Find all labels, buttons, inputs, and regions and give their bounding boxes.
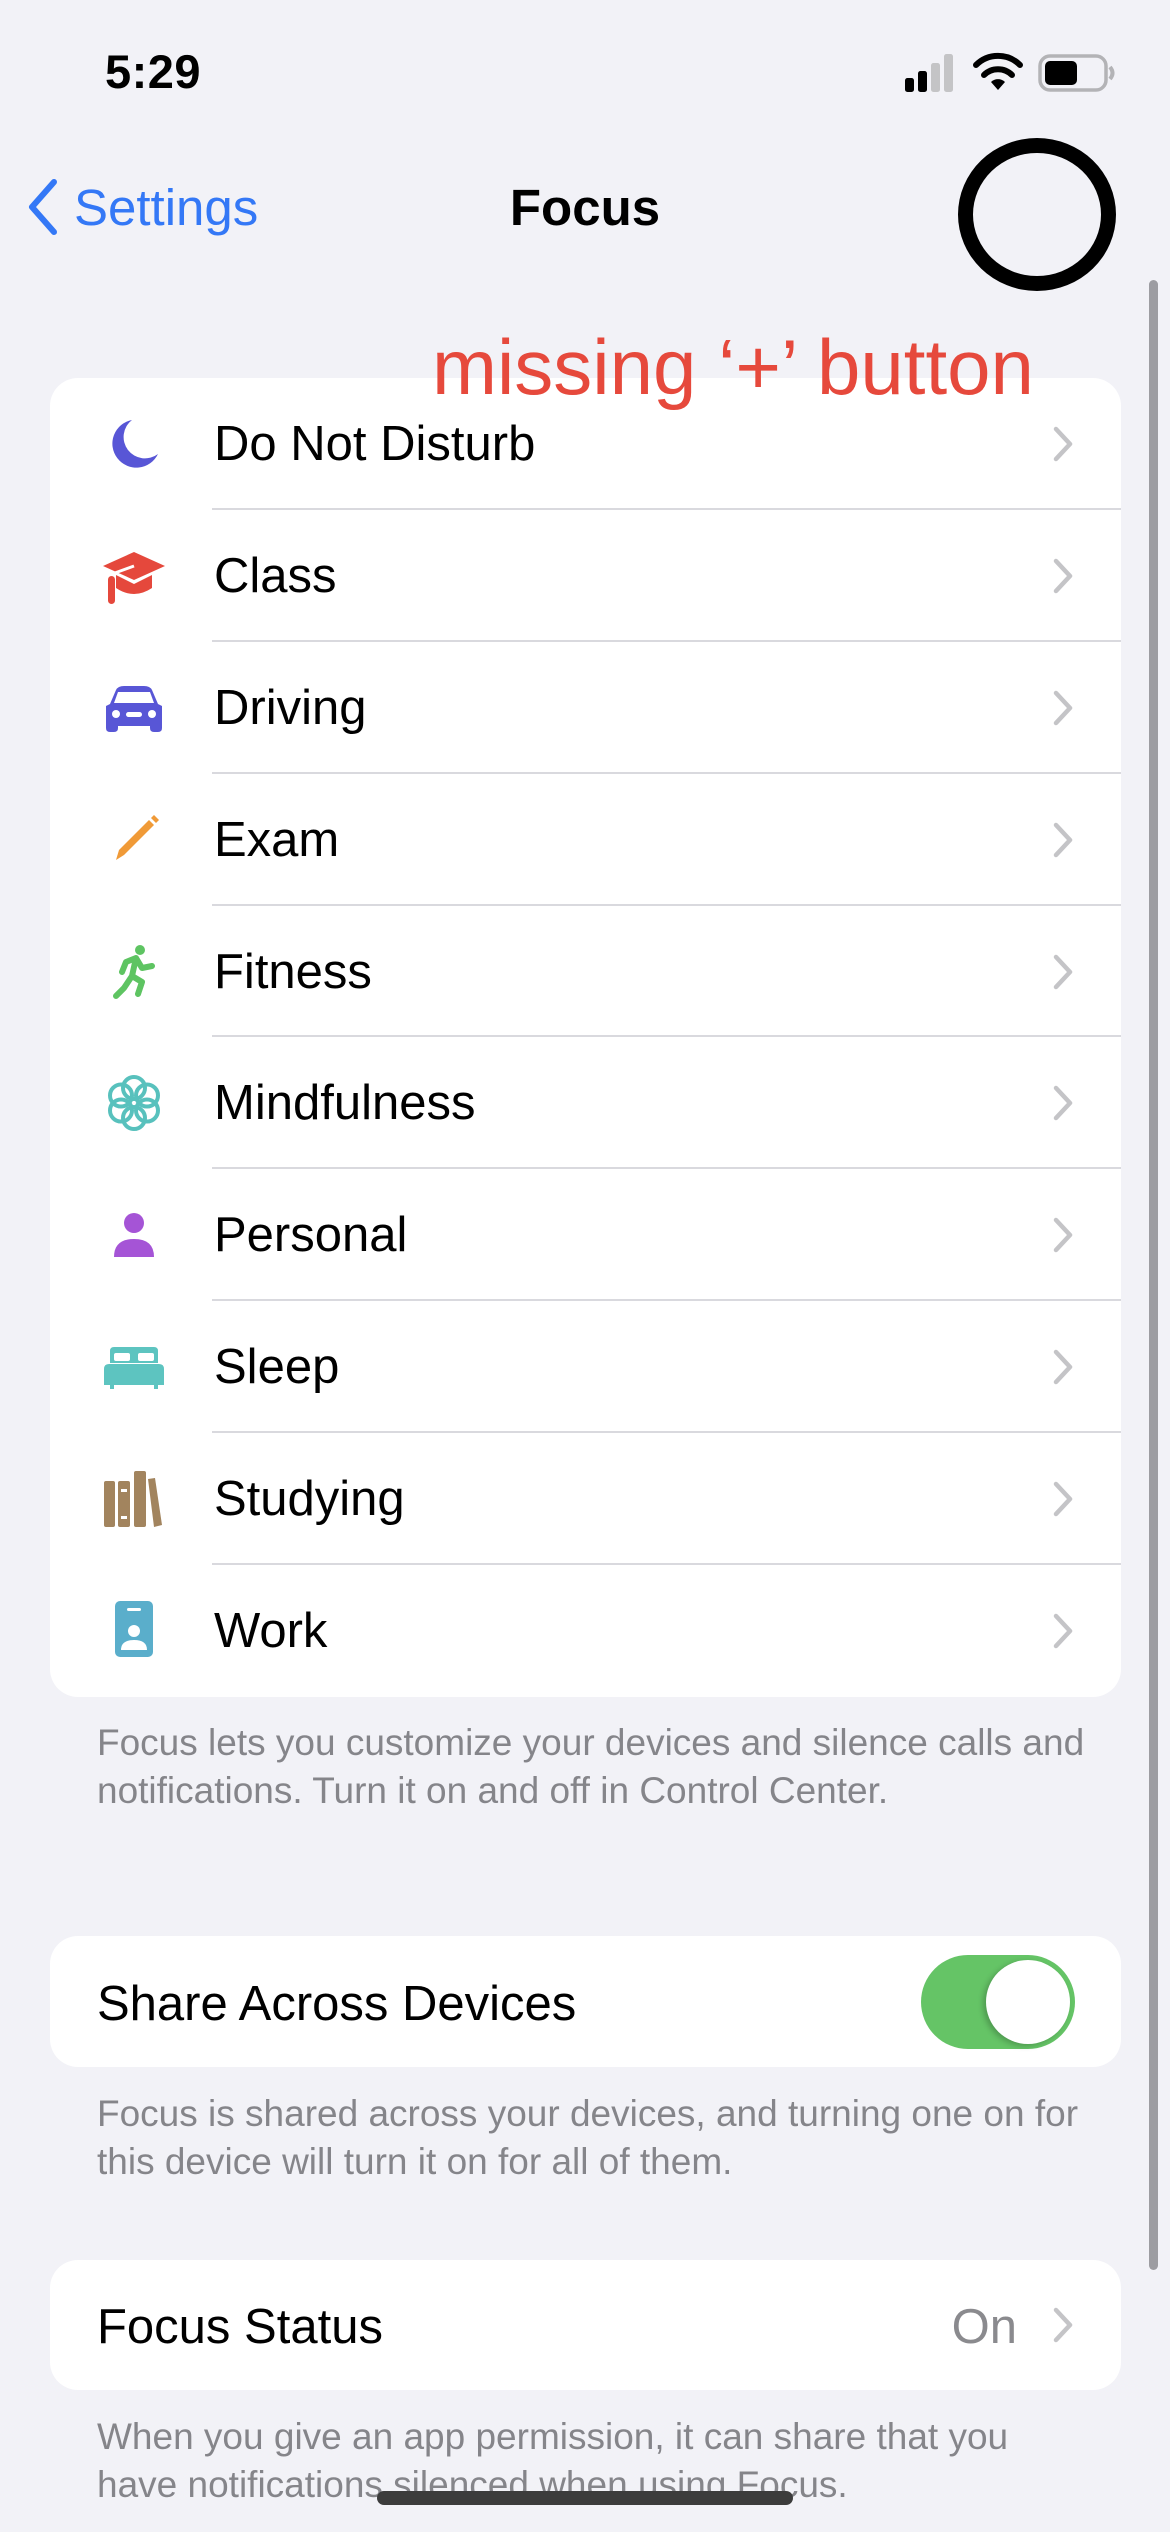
list-item-personal[interactable]: Personal <box>50 1169 1121 1302</box>
id-badge-icon <box>102 1599 166 1663</box>
share-across-devices-label: Share Across Devices <box>97 1977 577 2031</box>
focus-modes-list: Do Not Disturb Class Driving Exam Fitnes… <box>50 378 1121 1697</box>
list-item-exam[interactable]: Exam <box>50 774 1121 906</box>
chevron-right-icon <box>1053 1613 1073 1649</box>
chevron-left-icon <box>29 179 57 235</box>
person-icon <box>102 1203 166 1267</box>
share-description: Focus is shared across your devices, and… <box>97 2093 1079 2182</box>
bed-icon <box>102 1335 166 1399</box>
wifi-icon <box>973 52 1023 90</box>
list-item-label: Work <box>214 1603 328 1658</box>
running-figure-icon <box>102 940 166 1004</box>
focus-status-label: Focus Status <box>97 2300 383 2354</box>
list-item-label: Class <box>214 548 337 603</box>
list-item-work[interactable]: Work <box>50 1565 1121 1697</box>
chevron-right-icon <box>1053 2307 1073 2343</box>
flower-icon <box>102 1071 166 1135</box>
list-item-studying[interactable]: Studying <box>50 1433 1121 1566</box>
chevron-right-icon <box>1053 690 1073 726</box>
chevron-right-icon <box>1053 1218 1073 1253</box>
focus-status-value: On <box>951 2300 1017 2354</box>
focus-status-row[interactable]: Focus Status On <box>50 2260 1121 2390</box>
moon-icon <box>102 412 166 476</box>
toggle-knob <box>986 1960 1070 2044</box>
pencil-icon <box>102 808 166 872</box>
share-across-devices-toggle[interactable] <box>921 1955 1075 2049</box>
chevron-right-icon <box>1053 1086 1073 1121</box>
list-item-label: Do Not Disturb <box>214 416 536 471</box>
focus-description: Focus lets you customize your devices an… <box>97 1722 1085 1811</box>
list-item-label: Fitness <box>214 944 372 999</box>
list-item-label: Mindfulness <box>214 1076 476 1131</box>
chevron-right-icon <box>1053 558 1073 594</box>
list-item-fitness[interactable]: Fitness <box>50 906 1121 1038</box>
list-item-mindfulness[interactable]: Mindfulness <box>50 1037 1121 1170</box>
back-button[interactable]: Settings <box>22 172 258 242</box>
graduation-cap-icon <box>102 544 166 608</box>
chevron-right-icon <box>1053 1349 1073 1385</box>
list-item-driving[interactable]: Driving <box>50 642 1121 774</box>
list-item-label: Personal <box>214 1208 408 1263</box>
chevron-right-icon <box>1053 426 1073 462</box>
status-time: 5:29 <box>105 45 202 98</box>
cellular-signal-icon <box>905 54 953 92</box>
list-item-label: Studying <box>214 1472 405 1527</box>
list-item-label: Driving <box>214 680 367 735</box>
back-label: Settings <box>74 178 259 236</box>
car-icon <box>102 676 166 740</box>
list-item-label: Exam <box>214 812 340 867</box>
home-indicator[interactable] <box>377 2491 793 2505</box>
battery-icon <box>1038 54 1115 92</box>
annotation-text: missing ‘+’ button <box>432 323 1034 411</box>
chevron-right-icon <box>1053 822 1073 857</box>
share-across-devices-row: Share Across Devices <box>50 1936 1121 2067</box>
chevron-right-icon <box>1053 1481 1073 1517</box>
list-item-label: Sleep <box>214 1340 340 1395</box>
circle-annotation <box>958 138 1116 291</box>
chevron-right-icon <box>1053 954 1073 989</box>
list-item-class[interactable]: Class <box>50 510 1121 642</box>
books-icon <box>102 1467 166 1531</box>
list-item-sleep[interactable]: Sleep <box>50 1301 1121 1434</box>
scrollbar[interactable] <box>1149 280 1158 2270</box>
